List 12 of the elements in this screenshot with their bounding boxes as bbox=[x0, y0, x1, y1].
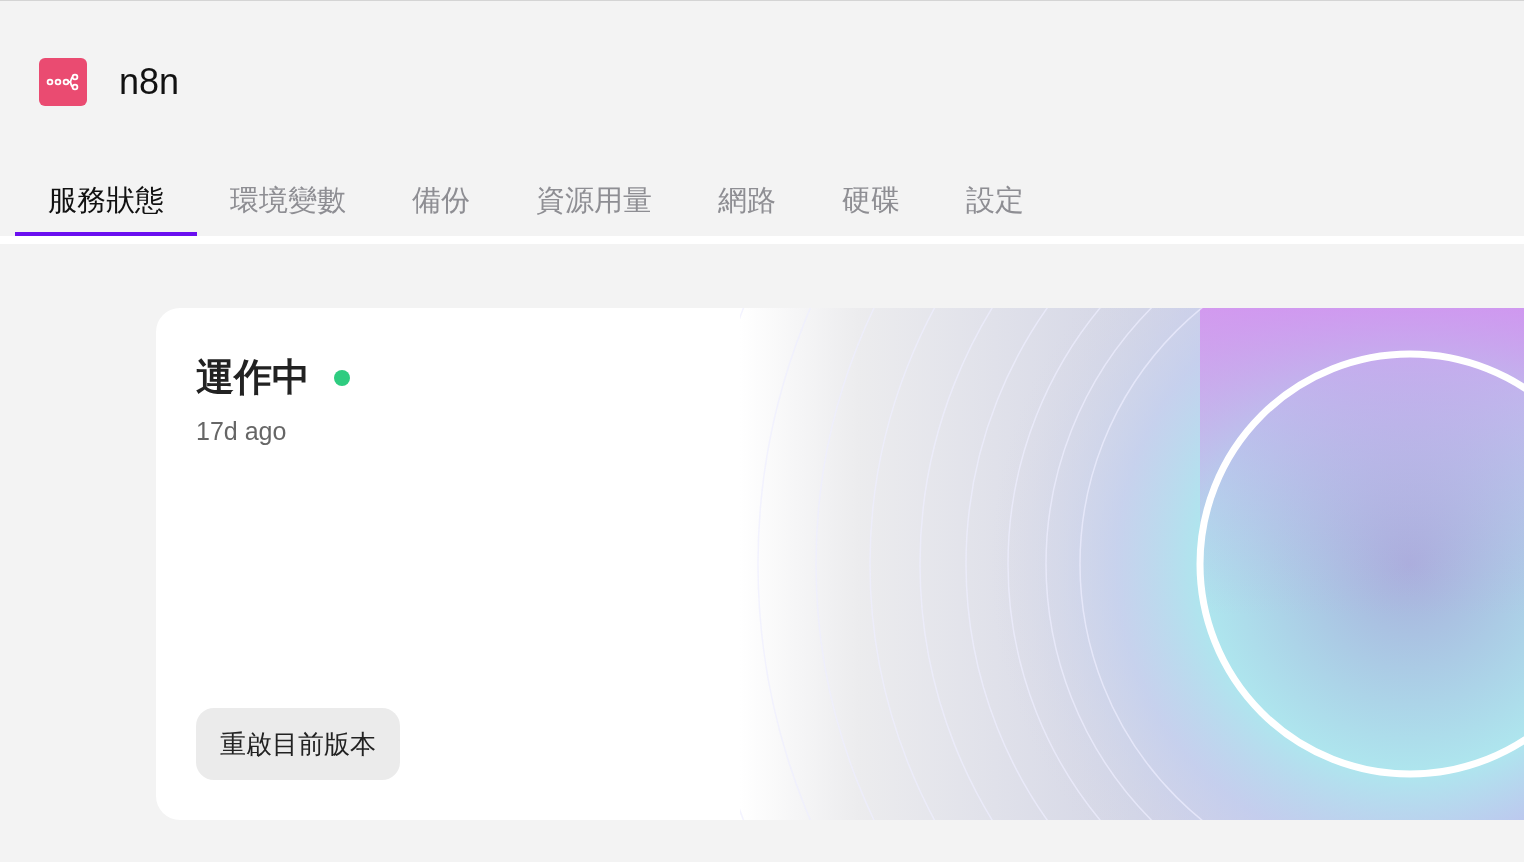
tab[interactable]: 網路 bbox=[685, 182, 809, 236]
tab[interactable]: 硬碟 bbox=[809, 182, 933, 236]
logo-icon bbox=[39, 58, 87, 106]
tab[interactable]: 環境變數 bbox=[197, 182, 379, 236]
restart-button[interactable]: 重啟目前版本 bbox=[196, 708, 400, 780]
tab[interactable]: 服務狀態 bbox=[15, 182, 197, 236]
app-name: n8n bbox=[119, 61, 180, 103]
tab[interactable]: 資源用量 bbox=[503, 182, 685, 236]
updated-time: 17d ago bbox=[196, 417, 288, 446]
tab[interactable]: 備份 bbox=[379, 182, 503, 236]
tab[interactable]: 設定 bbox=[933, 182, 1057, 236]
status-title: 運作中 bbox=[196, 354, 310, 401]
